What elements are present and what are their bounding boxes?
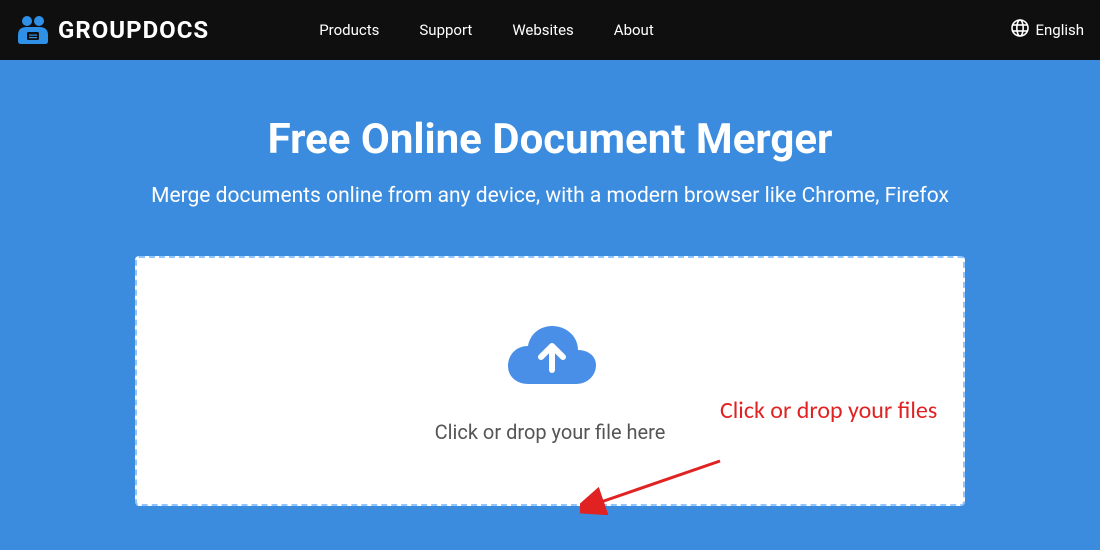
hero-section: Free Online Document Merger Merge docume… [0,60,1100,550]
globe-icon [1011,19,1029,41]
top-header: GROUPDOCS Products Support Websites Abou… [0,0,1100,60]
groupdocs-icon [16,15,50,45]
language-selector[interactable]: English [1011,19,1084,41]
brand-logo[interactable]: GROUPDOCS [16,15,209,45]
main-nav: Products Support Websites About [319,21,654,39]
upload-cloud-icon [500,318,600,392]
nav-about[interactable]: About [614,21,654,39]
language-label: English [1035,21,1084,39]
brand-name: GROUPDOCS [58,16,209,44]
nav-products[interactable]: Products [319,21,379,39]
file-dropzone[interactable]: Click or drop your file here [135,256,965,506]
dropzone-instruction: Click or drop your file here [435,420,666,444]
page-title: Free Online Document Merger [0,115,1100,164]
nav-support[interactable]: Support [419,21,472,39]
nav-websites[interactable]: Websites [512,21,573,39]
page-subtitle: Merge documents online from any device, … [0,184,1100,208]
